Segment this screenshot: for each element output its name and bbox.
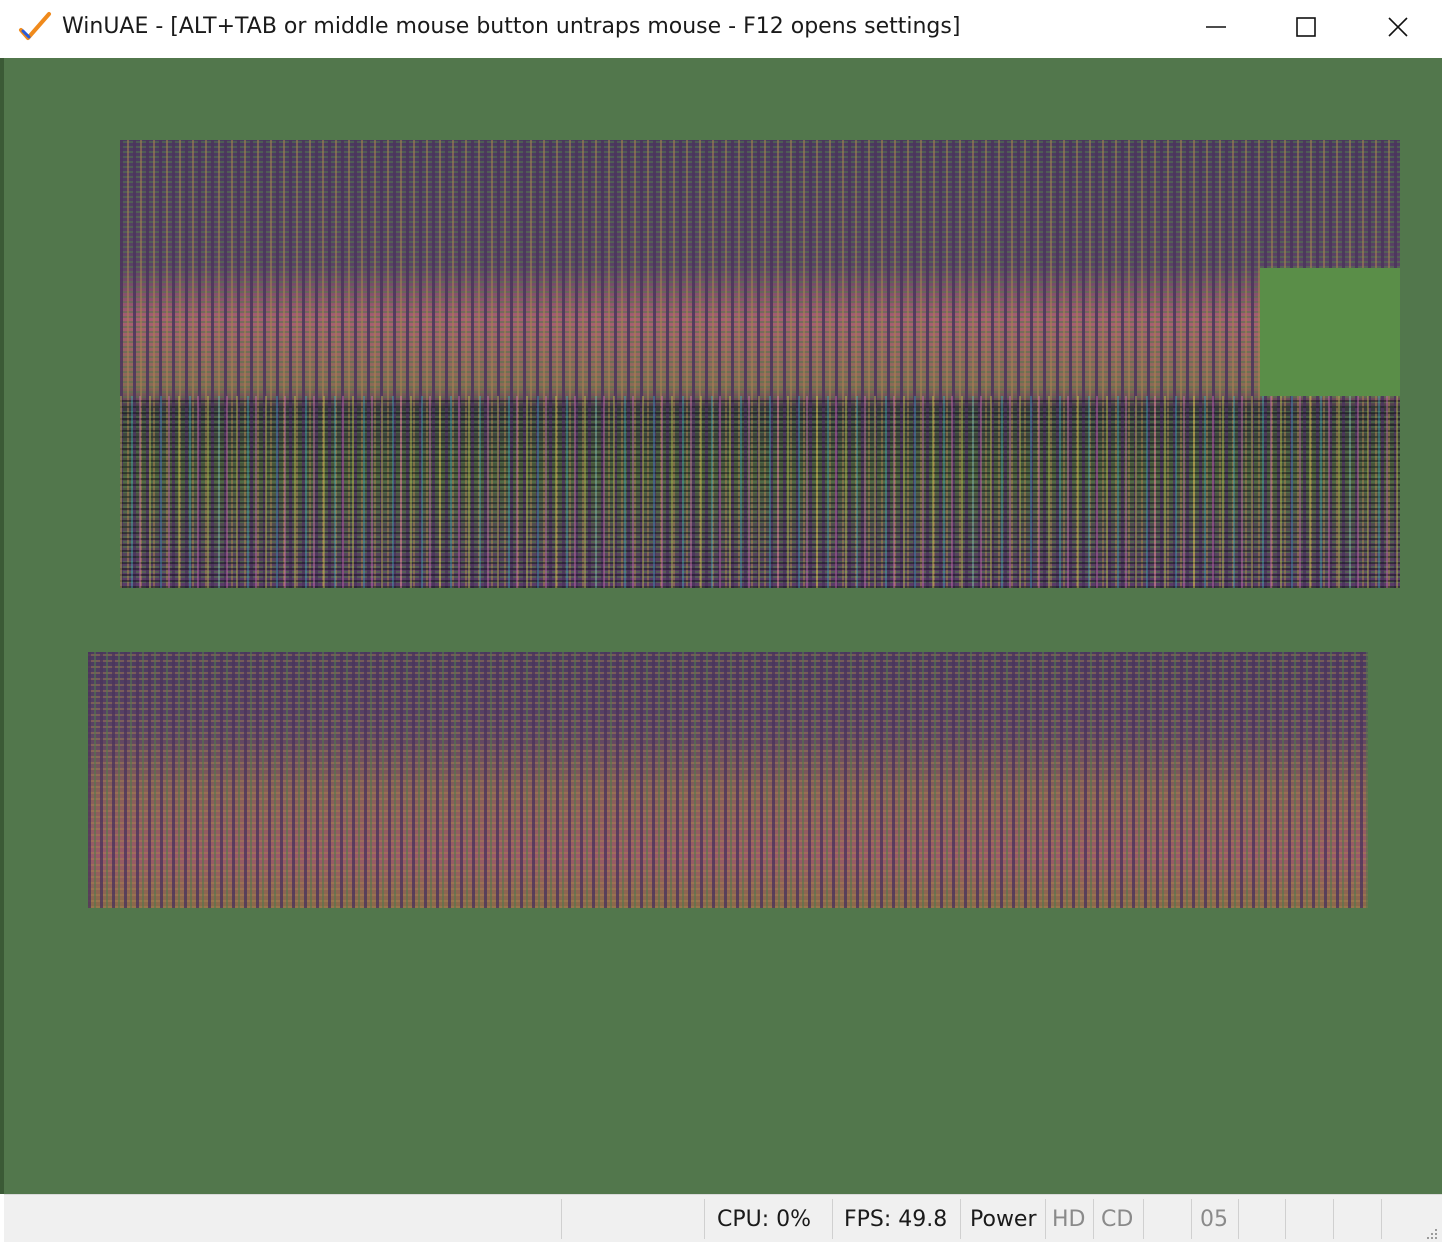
maximize-button[interactable] [1260,0,1352,54]
fps-counter: FPS: 49.8 [844,1207,948,1232]
minimize-button[interactable] [1170,0,1262,54]
power-led[interactable]: Power [970,1207,1037,1233]
corrupted-graphics-noise [120,396,1400,588]
status-separator [561,1199,562,1239]
window-title: WinUAE - [ALT+TAB or middle mouse button… [62,14,961,39]
winuae-window: WinUAE - [ALT+TAB or middle mouse button… [0,0,1442,1242]
corrupted-graphics-patch [1260,268,1400,396]
status-separator [1333,1199,1334,1239]
status-separator [1238,1199,1239,1239]
status-separator [1045,1199,1046,1239]
close-button[interactable] [1352,0,1442,54]
resize-grip-icon[interactable] [1424,1225,1438,1239]
status-separator [832,1199,833,1239]
status-separator [1093,1199,1094,1239]
close-icon [1387,16,1409,38]
status-separator [1285,1199,1286,1239]
cpu-usage: CPU: 0% [717,1207,812,1232]
winuae-checkmark-icon[interactable] [18,10,52,44]
emulator-display[interactable] [4,58,1442,1194]
cd-led[interactable]: CD [1101,1207,1133,1233]
status-separator [1191,1199,1192,1239]
drive-df0-led[interactable]: 05 [1200,1207,1228,1233]
status-separator [704,1199,705,1239]
hd-led[interactable]: HD [1052,1207,1085,1233]
corrupted-graphics-lower [88,652,1368,908]
status-separator [1143,1199,1144,1239]
title-bar[interactable]: WinUAE - [ALT+TAB or middle mouse button… [0,0,1442,56]
minimize-icon [1205,16,1227,38]
status-bar: CPU: 0% FPS: 49.8 Power HD CD 05 [4,1194,1442,1242]
status-separator [960,1199,961,1239]
status-separator [1381,1199,1382,1239]
maximize-icon [1295,16,1317,38]
